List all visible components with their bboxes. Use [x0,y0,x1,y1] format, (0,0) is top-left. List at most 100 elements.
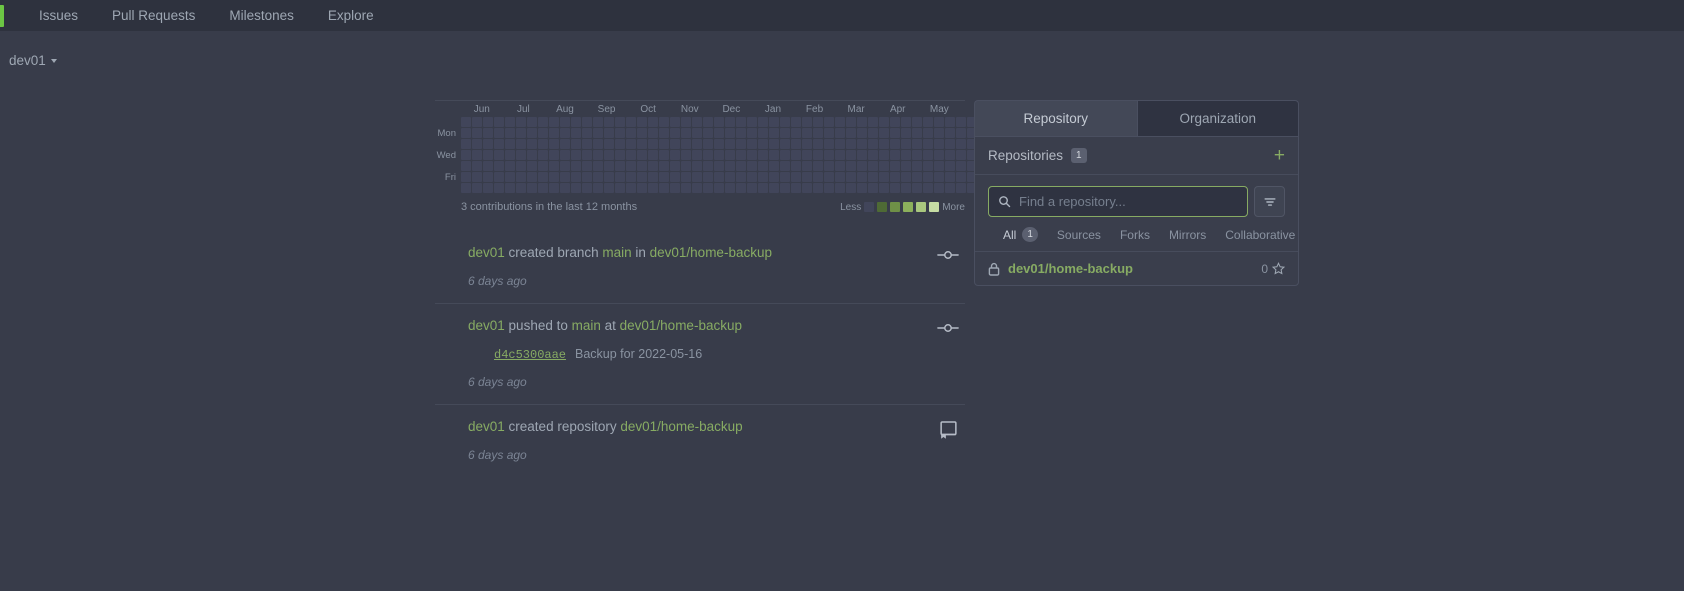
heatmap-cell[interactable] [516,128,526,138]
heatmap-cell[interactable] [813,183,823,193]
heatmap-cell[interactable] [758,128,768,138]
heatmap-cell[interactable] [483,139,493,149]
heatmap-cell[interactable] [945,139,955,149]
heatmap-cell[interactable] [527,117,537,127]
heatmap-cell[interactable] [670,161,680,171]
heatmap-cell[interactable] [945,150,955,160]
heatmap-cell[interactable] [461,172,471,182]
heatmap-cell[interactable] [571,183,581,193]
heatmap-cell[interactable] [571,128,581,138]
heatmap-cell[interactable] [857,139,867,149]
heatmap-cell[interactable] [835,128,845,138]
heatmap-cell[interactable] [604,117,614,127]
heatmap-cell[interactable] [791,150,801,160]
heatmap-cell[interactable] [593,117,603,127]
heatmap-cell[interactable] [505,161,515,171]
heatmap-cell[interactable] [582,117,592,127]
heatmap-cell[interactable] [890,139,900,149]
heatmap-cell[interactable] [571,172,581,182]
heatmap-cell[interactable] [472,128,482,138]
heatmap-cell[interactable] [494,150,504,160]
heatmap-cell[interactable] [461,117,471,127]
heatmap-cell[interactable] [868,139,878,149]
heatmap-cell[interactable] [890,172,900,182]
heatmap-cell[interactable] [582,183,592,193]
gitea-logo-icon[interactable] [0,4,4,27]
heatmap-cell[interactable] [725,161,735,171]
heatmap-cell[interactable] [703,150,713,160]
heatmap-cell[interactable] [769,128,779,138]
heatmap-cell[interactable] [780,172,790,182]
heatmap-cell[interactable] [747,161,757,171]
heatmap-cell[interactable] [472,139,482,149]
heatmap-cell[interactable] [747,117,757,127]
heatmap-cell[interactable] [846,117,856,127]
heatmap-cell[interactable] [648,183,658,193]
heatmap-cell[interactable] [846,150,856,160]
heatmap-cell[interactable] [527,139,537,149]
heatmap-cell[interactable] [824,117,834,127]
heatmap-cell[interactable] [813,172,823,182]
heatmap-cell[interactable] [538,150,548,160]
heatmap-cell[interactable] [791,183,801,193]
heatmap-cell[interactable] [890,183,900,193]
heatmap-cell[interactable] [615,172,625,182]
feed-branch-link[interactable]: main [572,318,601,333]
heatmap-cell[interactable] [901,150,911,160]
heatmap-cell[interactable] [560,183,570,193]
heatmap-cell[interactable] [626,150,636,160]
heatmap-cell[interactable] [560,161,570,171]
heatmap-cell[interactable] [593,172,603,182]
heatmap-cell[interactable] [912,117,922,127]
heatmap-cell[interactable] [472,117,482,127]
heatmap-cell[interactable] [802,172,812,182]
heatmap-cell[interactable] [659,128,669,138]
heatmap-cell[interactable] [593,161,603,171]
heatmap-cell[interactable] [604,139,614,149]
heatmap-cell[interactable] [780,128,790,138]
heatmap-cell[interactable] [835,172,845,182]
heatmap-cells[interactable] [461,117,1043,194]
heatmap-cell[interactable] [769,117,779,127]
user-dropdown[interactable]: dev01 [9,53,57,68]
heatmap-cell[interactable] [780,161,790,171]
heatmap-cell[interactable] [945,172,955,182]
heatmap-cell[interactable] [923,139,933,149]
heatmap-cell[interactable] [736,150,746,160]
heatmap-cell[interactable] [659,161,669,171]
heatmap-cell[interactable] [670,183,680,193]
heatmap-cell[interactable] [483,150,493,160]
heatmap-cell[interactable] [494,139,504,149]
feed-repo-link[interactable]: dev01/home-backup [620,419,742,434]
heatmap-cell[interactable] [758,161,768,171]
heatmap-cell[interactable] [604,128,614,138]
heatmap-cell[interactable] [527,183,537,193]
heatmap-cell[interactable] [681,117,691,127]
heatmap-cell[interactable] [527,172,537,182]
heatmap-cell[interactable] [516,172,526,182]
heatmap-cell[interactable] [835,183,845,193]
heatmap-cell[interactable] [670,117,680,127]
heatmap-cell[interactable] [582,139,592,149]
heatmap-cell[interactable] [945,183,955,193]
heatmap-cell[interactable] [780,183,790,193]
add-repository-button[interactable]: + [1274,146,1285,165]
heatmap-cell[interactable] [637,128,647,138]
heatmap-cell[interactable] [758,139,768,149]
heatmap-cell[interactable] [703,183,713,193]
heatmap-cell[interactable] [791,128,801,138]
heatmap-cell[interactable] [538,117,548,127]
heatmap-cell[interactable] [879,172,889,182]
heatmap-cell[interactable] [846,128,856,138]
heatmap-cell[interactable] [659,150,669,160]
heatmap-cell[interactable] [736,128,746,138]
heatmap-cell[interactable] [912,183,922,193]
heatmap-cell[interactable] [769,139,779,149]
heatmap-cell[interactable] [901,139,911,149]
heatmap-cell[interactable] [802,161,812,171]
heatmap-cell[interactable] [725,139,735,149]
heatmap-cell[interactable] [769,172,779,182]
heatmap-cell[interactable] [802,150,812,160]
heatmap-cell[interactable] [692,150,702,160]
heatmap-cell[interactable] [901,117,911,127]
